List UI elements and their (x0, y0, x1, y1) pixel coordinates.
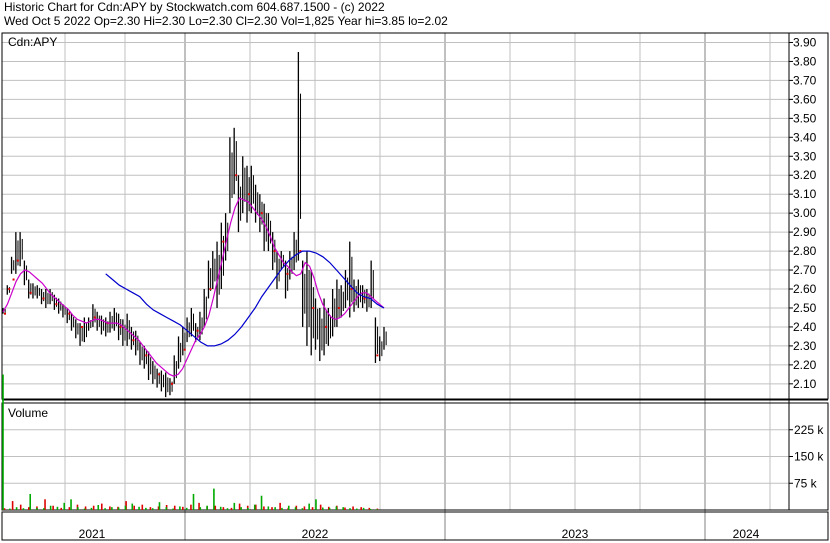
ma-long-line (105, 250, 385, 347)
y-tick-label: 3.10 (793, 187, 817, 201)
ma-short-line (2, 197, 385, 377)
x-axis-label: 2022 (302, 527, 329, 541)
y-tick-label: 2.10 (793, 377, 817, 391)
x-axis-label: 2021 (79, 527, 106, 541)
y-tick-label: 2.60 (793, 282, 817, 296)
time-axis-frame (1, 511, 829, 541)
moving-averages (2, 197, 385, 377)
symbol-label: Cdn:APY (8, 35, 57, 49)
y-tick-label: 2.80 (793, 244, 817, 258)
price-panel: 3.90 3.80 3.70 3.60 3.50 3.40 3.30 3.20 3.10 3.00… (1, 32, 829, 541)
y-tick-label: 2.70 (793, 263, 817, 277)
volume-tick-label: 75 k (794, 476, 818, 490)
y-tick-label: 2.30 (793, 339, 817, 353)
y-tick-label: 3.20 (793, 168, 817, 182)
volume-tick-label: 150 k (794, 450, 824, 464)
y-tick-label: 3.60 (793, 92, 817, 106)
volume-bars (2, 374, 379, 510)
y-tick-label: 3.30 (793, 149, 817, 163)
volume-title: Volume (8, 406, 48, 420)
y-tick-label: 3.80 (793, 54, 817, 68)
y-tick-label: 2.90 (793, 225, 817, 239)
x-axis-label: 2023 (562, 527, 589, 541)
price-bars (2, 51, 387, 398)
y-tick-label: 3.70 (793, 73, 817, 87)
volume-tick-label: 225 k (794, 423, 824, 437)
x-axis-label: 2024 (733, 527, 760, 541)
grid-lines (2, 33, 789, 540)
price-frame (1, 32, 829, 400)
y-tick-label: 3.40 (793, 130, 817, 144)
y-tick-label: 3.50 (793, 111, 817, 125)
stock-chart: Historic Chart for Cdn:APY by Stockwatch… (0, 0, 830, 543)
y-tick-label: 2.20 (793, 358, 817, 372)
y-tick-label: 2.50 (793, 301, 817, 315)
y-tick-label: 2.40 (793, 320, 817, 334)
chart-frame (1, 32, 829, 541)
y-tick-label: 3.90 (793, 35, 817, 49)
y-tick-label: 3.00 (793, 206, 817, 220)
axis-labels: 3.90 3.80 3.70 3.60 3.50 3.40 3.30 3.20 3.10 3.00… (8, 35, 824, 541)
